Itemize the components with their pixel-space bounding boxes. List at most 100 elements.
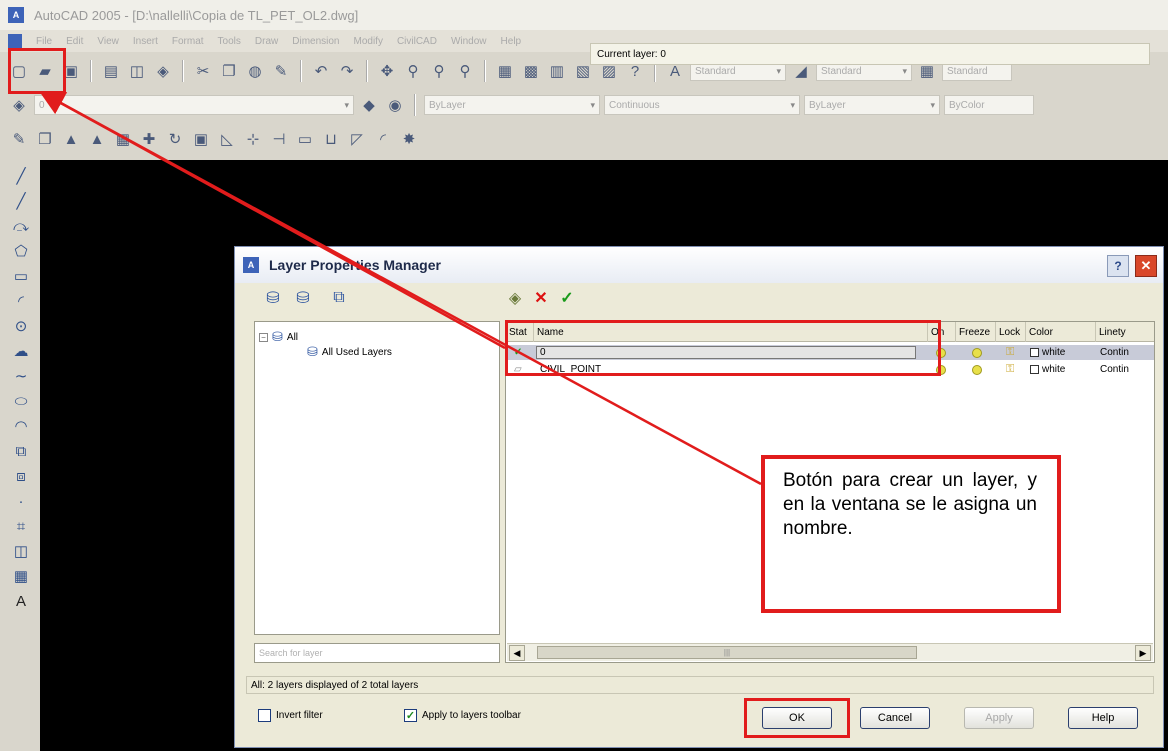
stretch-icon[interactable]: ◺ [216, 128, 238, 150]
menu-modify[interactable]: Modify [354, 36, 383, 47]
scroll-right-icon[interactable]: ▶ [1135, 645, 1151, 661]
scroll-left-icon[interactable]: ◀ [509, 645, 525, 661]
make-block-icon[interactable]: ⧈ [10, 466, 32, 486]
new-property-filter-icon[interactable]: ⛁ [262, 287, 284, 309]
layer-dropdown[interactable]: 0 ▾ [34, 95, 354, 115]
trim-icon[interactable]: ⊹ [242, 128, 264, 150]
column-header-linetype[interactable]: Linety [1096, 322, 1154, 342]
paste-icon[interactable]: ◍ [244, 60, 266, 82]
join-icon[interactable]: ⊔ [320, 128, 342, 150]
apply-to-toolbar-checkbox[interactable]: ✓ Apply to layers toolbar [404, 709, 521, 722]
array-icon[interactable]: ▦ [112, 128, 134, 150]
copy-object-icon[interactable]: ❐ [34, 128, 56, 150]
dialog-close-button[interactable]: ✕ [1135, 255, 1157, 277]
plot-icon[interactable]: ▤ [100, 60, 122, 82]
polyline-icon[interactable]: ⤼ [10, 216, 32, 236]
menu-draw[interactable]: Draw [255, 36, 278, 47]
ellipse-icon[interactable]: ⬭ [10, 391, 32, 411]
layer-color-cell[interactable]: white [1030, 345, 1065, 360]
design-center-icon[interactable]: ▩ [520, 60, 542, 82]
menu-help[interactable]: Help [501, 36, 522, 47]
menu-window[interactable]: Window [451, 36, 487, 47]
copy-icon[interactable]: ❐ [218, 60, 240, 82]
insert-block-icon[interactable]: ⧉ [10, 441, 32, 461]
search-layer-input[interactable]: Search for layer [254, 643, 500, 663]
make-layer-current-icon[interactable]: ◆ [358, 94, 380, 116]
menu-insert[interactable]: Insert [133, 36, 158, 47]
line-icon[interactable]: ╱ [10, 166, 32, 186]
column-header-lock[interactable]: Lock [996, 322, 1026, 342]
plot-style-dropdown[interactable]: ByColor [944, 95, 1034, 115]
mirror-icon[interactable]: ▲ [60, 128, 82, 150]
menu-view[interactable]: View [97, 36, 119, 47]
menu-format[interactable]: Format [172, 36, 204, 47]
undo-icon[interactable]: ↶ [310, 60, 332, 82]
properties-icon[interactable]: ▦ [494, 60, 516, 82]
revision-cloud-icon[interactable]: ☁ [10, 341, 32, 361]
extend-icon[interactable]: ⊣ [268, 128, 290, 150]
dialog-help-button[interactable]: ? [1107, 255, 1129, 277]
layer-previous-icon[interactable]: ◉ [384, 94, 406, 116]
chamfer-icon[interactable]: ◸ [346, 128, 368, 150]
layer-color-cell[interactable]: white [1030, 362, 1065, 377]
spline-icon[interactable]: ∼ [10, 366, 32, 386]
polygon-icon[interactable]: ⬠ [10, 241, 32, 261]
plot-preview-icon[interactable]: ◫ [126, 60, 148, 82]
layer-lock-toggle[interactable]: ⚿ [1006, 345, 1014, 360]
layer-freeze-toggle[interactable] [972, 345, 982, 360]
column-header-freeze[interactable]: Freeze [956, 322, 996, 342]
zoom-previous-icon[interactable]: ⚲ [454, 60, 476, 82]
delete-layer-icon[interactable]: ✕ [530, 287, 552, 309]
erase-icon[interactable]: ✎ [8, 128, 30, 150]
pan-icon[interactable]: ✥ [376, 60, 398, 82]
horizontal-scrollbar[interactable]: ◀ ||| ▶ [507, 643, 1153, 661]
new-group-filter-icon[interactable]: ⛁ [292, 287, 314, 309]
hatch-icon[interactable]: ⌗ [10, 516, 32, 536]
filter-tree[interactable]: − ⛁ All ⛁ All Used Layers [254, 321, 500, 635]
document-menu-icon[interactable] [8, 34, 22, 48]
invert-filter-checkbox[interactable]: Invert filter [258, 709, 323, 722]
explode-icon[interactable]: ✸ [398, 128, 420, 150]
checkbox-unchecked[interactable] [258, 709, 271, 722]
scale-icon[interactable]: ▣ [190, 128, 212, 150]
tree-node-all[interactable]: − ⛁ All [259, 329, 298, 345]
offset-icon[interactable]: ▲ [86, 128, 108, 150]
apply-button[interactable]: Apply [964, 707, 1034, 729]
rotate-icon[interactable]: ↻ [164, 128, 186, 150]
menu-edit[interactable]: Edit [66, 36, 83, 47]
color-dropdown[interactable]: ByLayer ▾ [424, 95, 600, 115]
tree-node-all-used[interactable]: ⛁ All Used Layers [307, 344, 392, 360]
menu-dimension[interactable]: Dimension [292, 36, 339, 47]
zoom-realtime-icon[interactable]: ⚲ [402, 60, 424, 82]
break-icon[interactable]: ▭ [294, 128, 316, 150]
multiline-text-icon[interactable]: A [10, 591, 32, 611]
construction-line-icon[interactable]: ╱ [10, 191, 32, 211]
publish-icon[interactable]: ◈ [152, 60, 174, 82]
lineweight-dropdown[interactable]: ByLayer ▾ [804, 95, 940, 115]
help-button[interactable]: Help [1068, 707, 1138, 729]
point-icon[interactable]: · [10, 491, 32, 511]
tool-palettes-icon[interactable]: ▥ [546, 60, 568, 82]
table-icon[interactable]: ▦ [10, 566, 32, 586]
layer-manager-icon[interactable]: ◈ [8, 94, 30, 116]
cancel-button[interactable]: Cancel [860, 707, 930, 729]
circle-icon[interactable]: ⊙ [10, 316, 32, 336]
menu-civilcad[interactable]: CivilCAD [397, 36, 437, 47]
redo-icon[interactable]: ↷ [336, 60, 358, 82]
scroll-thumb[interactable]: ||| [537, 646, 917, 659]
match-properties-icon[interactable]: ✎ [270, 60, 292, 82]
menu-tools[interactable]: Tools [218, 36, 241, 47]
column-header-color[interactable]: Color [1026, 322, 1096, 342]
move-icon[interactable]: ✚ [138, 128, 160, 150]
region-icon[interactable]: ◫ [10, 541, 32, 561]
fillet-icon[interactable]: ◜ [372, 128, 394, 150]
rectangle-icon[interactable]: ▭ [10, 266, 32, 286]
ellipse-arc-icon[interactable]: ◠ [10, 416, 32, 436]
linetype-dropdown[interactable]: Continuous ▾ [604, 95, 800, 115]
tree-collapse-icon[interactable]: − [259, 332, 268, 342]
layer-lock-toggle[interactable]: ⚿ [1006, 362, 1014, 377]
cut-icon[interactable]: ✂ [192, 60, 214, 82]
layer-freeze-toggle[interactable] [972, 362, 982, 377]
layer-linetype[interactable]: Contin [1100, 362, 1129, 377]
new-layer-icon[interactable]: ◈ [504, 287, 526, 309]
